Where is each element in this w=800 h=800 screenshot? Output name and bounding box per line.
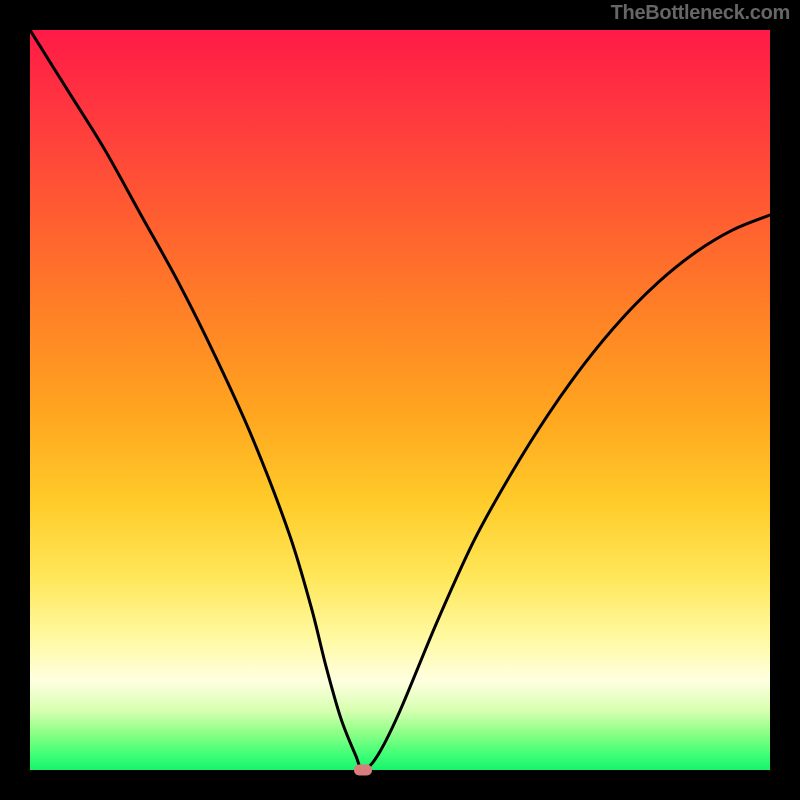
heat-gradient-background: [30, 30, 770, 770]
watermark-text: TheBottleneck.com: [611, 2, 790, 25]
optimum-marker: [354, 765, 372, 776]
plot-area: [30, 30, 770, 770]
chart-frame: TheBottleneck.com: [0, 0, 800, 800]
